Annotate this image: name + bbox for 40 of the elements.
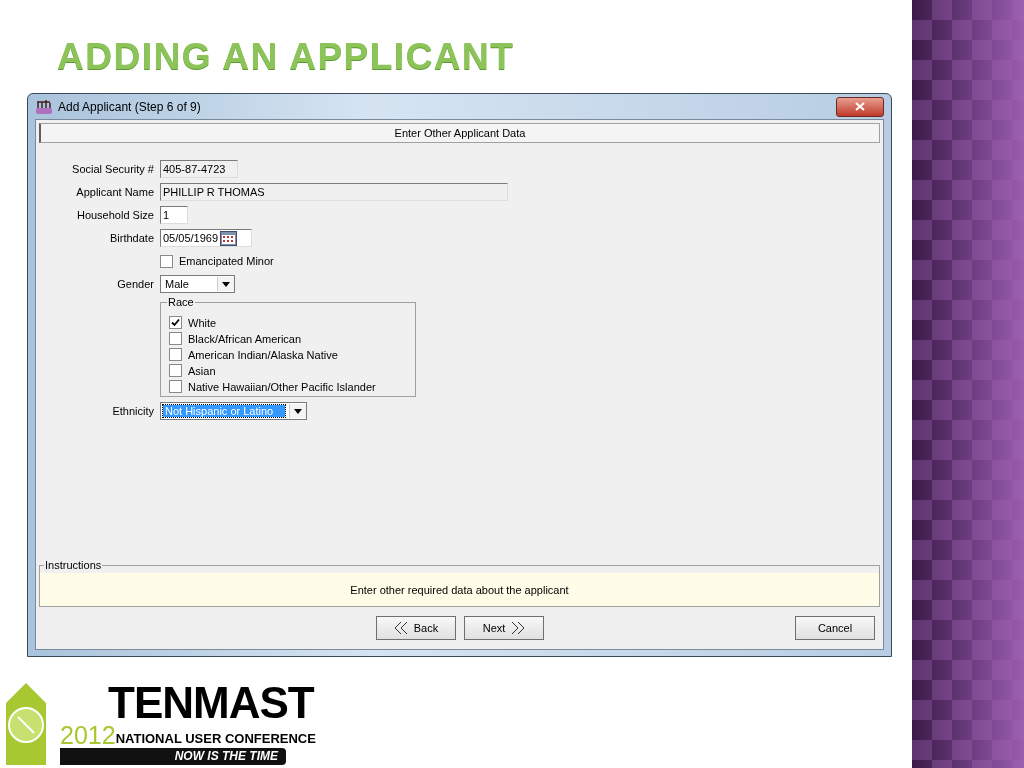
calendar-icon[interactable] bbox=[220, 230, 238, 246]
text-field[interactable]: 1 bbox=[160, 206, 188, 224]
step-header: Enter Other Applicant Data bbox=[39, 123, 880, 143]
window-title: Add Applicant (Step 6 of 9) bbox=[58, 99, 201, 114]
close-button[interactable] bbox=[836, 96, 884, 117]
checkbox[interactable] bbox=[169, 316, 182, 329]
cancel-button[interactable]: Cancel bbox=[795, 616, 875, 640]
checkbox-label: Emancipated Minor bbox=[179, 255, 274, 267]
checkbox[interactable] bbox=[160, 254, 173, 268]
instructions-text: Enter other required data about the applicant bbox=[40, 573, 879, 606]
field-label: Social Security # bbox=[71, 163, 155, 175]
field-label: Gender bbox=[116, 278, 155, 290]
checkbox[interactable] bbox=[169, 332, 182, 345]
group-label: Race bbox=[167, 296, 195, 308]
checkbox-label: American Indian/Alaska Native bbox=[188, 348, 338, 361]
double-chevron-right-icon bbox=[511, 621, 526, 635]
logo-year: 2012 bbox=[60, 723, 116, 747]
date-field[interactable]: 05/05/1969 bbox=[160, 229, 252, 247]
double-chevron-left-icon bbox=[393, 621, 408, 635]
checkbox-label: Black/African American bbox=[188, 332, 302, 345]
checkbox-label: White bbox=[188, 316, 217, 329]
field-label: Birthdate bbox=[108, 232, 155, 244]
field-label: Household Size bbox=[75, 209, 155, 221]
checkbox[interactable] bbox=[169, 380, 182, 393]
back-button[interactable]: Back bbox=[376, 616, 456, 640]
checkbox-label: Asian bbox=[188, 364, 216, 377]
dropdown[interactable]: Male bbox=[160, 275, 235, 293]
checkbox[interactable] bbox=[169, 364, 182, 377]
app-icon bbox=[35, 98, 53, 115]
next-button[interactable]: Next bbox=[464, 616, 544, 640]
instructions-label: Instructions bbox=[44, 559, 103, 571]
close-icon bbox=[855, 102, 865, 111]
checkbox[interactable] bbox=[169, 348, 182, 361]
logo-slogan: NOW IS THE TIME bbox=[60, 748, 286, 765]
logo-subtitle: NATIONAL USER CONFERENCE bbox=[115, 731, 316, 747]
slide-title: ADDING AN APPLICANT bbox=[57, 36, 515, 78]
checkbox-label: Native Hawaiian/Other Pacific Islander bbox=[188, 380, 376, 393]
field-label: Applicant Name bbox=[75, 186, 155, 198]
field-label: Ethnicity bbox=[111, 405, 155, 417]
logo-wordmark: TENMAST bbox=[108, 683, 316, 723]
